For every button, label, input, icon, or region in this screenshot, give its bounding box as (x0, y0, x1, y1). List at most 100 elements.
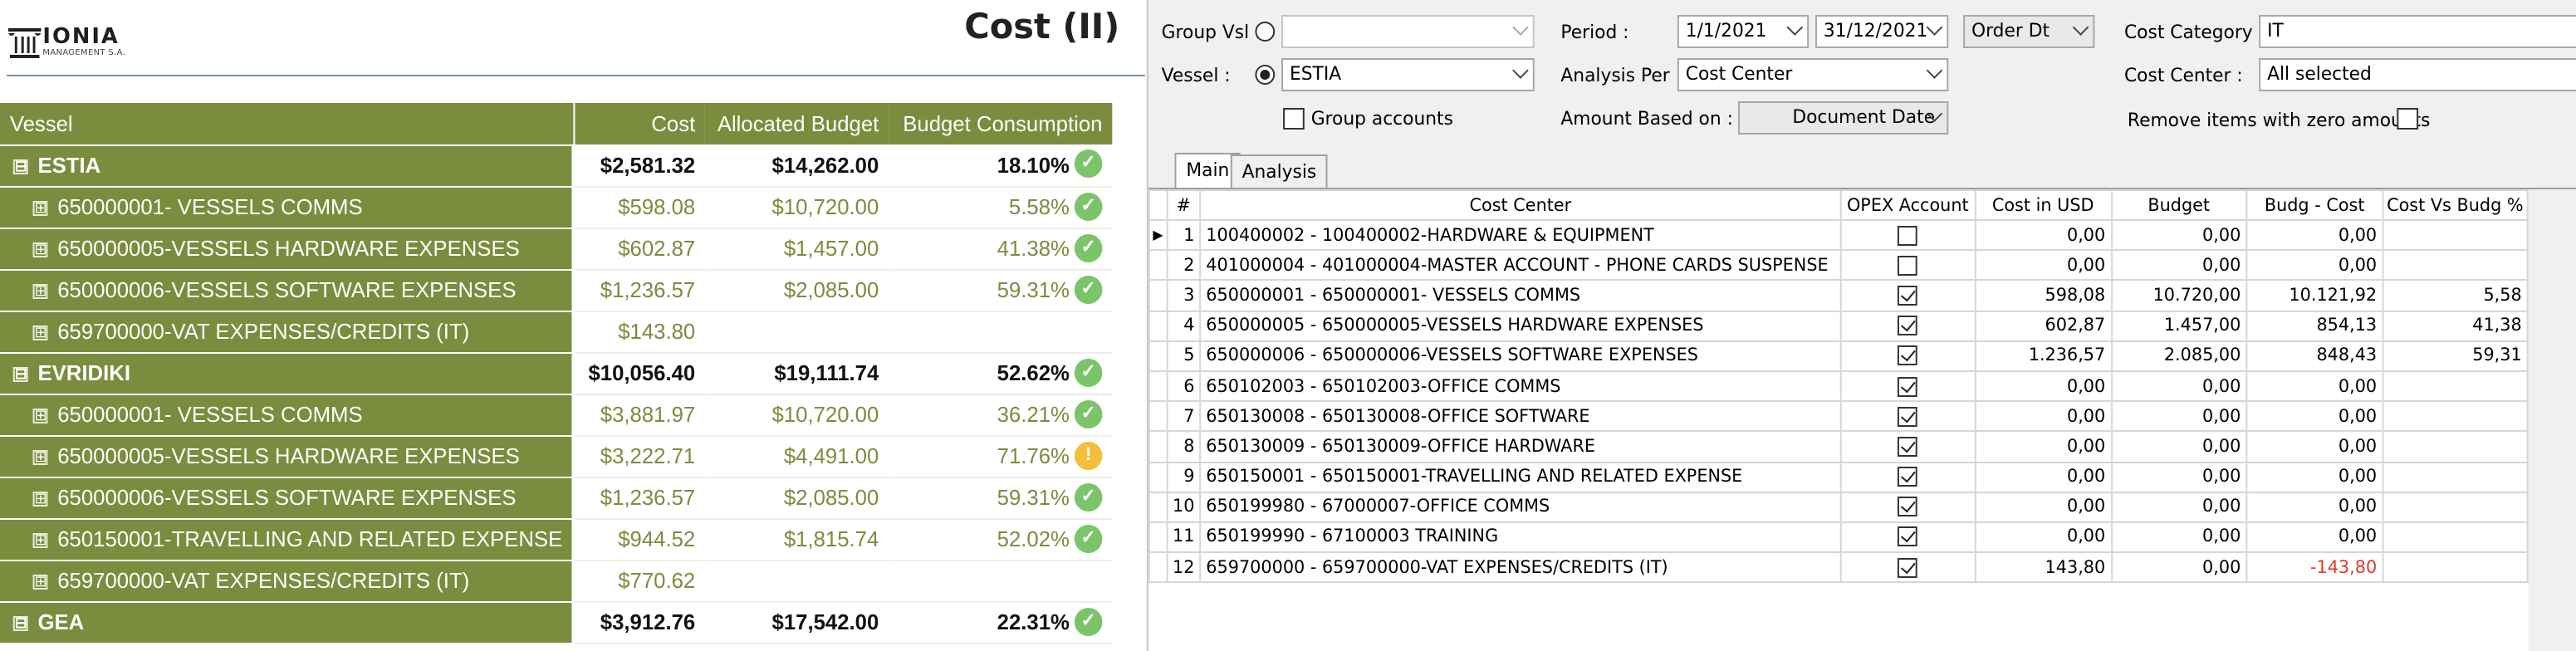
collapse-icon[interactable]: ⊟ (12, 615, 28, 632)
report-account-row[interactable]: ⊞ 650150001-TRAVELLING AND RELATED EXPENS… (0, 518, 1113, 560)
grid-cell-cost[interactable]: 598,08 (1974, 279, 2113, 312)
grid-cell-cost-vs-budg[interactable]: 59,31 (2382, 340, 2529, 372)
grid-cell-cost-center[interactable]: 650000006 - 650000006-VESSELS SOFTWARE E… (1199, 340, 1842, 372)
col-header-budget-consumption[interactable]: Budget Consumption (889, 103, 1113, 144)
expand-icon[interactable]: ⊞ (32, 491, 48, 507)
grid-cell-budg-cost[interactable]: 0,00 (2245, 249, 2384, 281)
grid-cell-budget[interactable]: 0,00 (2110, 400, 2248, 433)
opex-checkbox[interactable] (1898, 225, 1918, 246)
opex-checkbox[interactable] (1898, 557, 1918, 578)
period-from-date[interactable]: 1/1/2021 (1677, 15, 1810, 48)
grid-cell-budget[interactable]: 1.457,00 (2110, 310, 2248, 342)
row-selector[interactable]: ▶ (1148, 218, 1168, 252)
report-account-row[interactable]: ⊞ 650000001- VESSELS COMMS $3,881.97 $10,72… (0, 394, 1113, 436)
expand-icon[interactable]: ⊞ (32, 325, 48, 341)
grid-cell-cost[interactable]: 602,87 (1974, 310, 2113, 342)
opex-checkbox[interactable] (1898, 436, 1918, 457)
grid-cell-cost-vs-budg[interactable] (2382, 370, 2529, 403)
vessel-radio[interactable] (1255, 65, 1276, 85)
report-account-row[interactable]: ⊞ 650000006-VESSELS SOFTWARE EXPENSES $1,2… (0, 269, 1113, 311)
expand-icon[interactable]: ⊞ (32, 242, 48, 258)
opex-checkbox[interactable] (1898, 467, 1918, 487)
grid-cell-budg-cost[interactable]: 848,43 (2245, 340, 2384, 372)
grid-cell-cost-vs-budg[interactable] (2382, 218, 2529, 252)
group-vsl-radio[interactable] (1255, 22, 1276, 42)
grid-row[interactable]: 7 650130008 - 650130008-OFFICE SOFTWARE 0,… (1148, 400, 2529, 433)
report-account-row[interactable]: ⊞ 650000001- VESSELS COMMS $598.08 $10,720.… (0, 186, 1113, 228)
amount-based-select[interactable]: Document Date (1738, 101, 1949, 135)
grid-cell-budg-cost[interactable]: 0,00 (2245, 400, 2384, 433)
collapse-icon[interactable]: ⊟ (12, 366, 28, 383)
grid-cell-cost-vs-budg[interactable] (2382, 249, 2529, 281)
report-group-row[interactable]: ⊟ EVRIDIKI $10,056.40 $19,111.74 52.62% ✓ (0, 352, 1113, 394)
tab-analysis[interactable]: Analysis (1230, 154, 1329, 189)
collapse-icon[interactable]: ⊟ (12, 159, 28, 175)
grid-row[interactable]: 10 650199980 - 67000007-OFFICE COMMS 0,00 0… (1148, 491, 2529, 523)
grid-cell-cost[interactable]: 143,80 (1974, 551, 2113, 584)
opex-checkbox[interactable] (1898, 285, 1918, 306)
grid-cell-budget[interactable]: 0,00 (2110, 370, 2248, 403)
grid-cell-budg-cost[interactable]: 0,00 (2245, 430, 2384, 463)
opex-checkbox[interactable] (1898, 255, 1918, 276)
grid-cell-cost[interactable]: 0,00 (1974, 218, 2113, 252)
grid-cell-budg-cost[interactable]: 0,00 (2245, 521, 2384, 554)
grid-cell-budget[interactable]: 0,00 (2110, 218, 2248, 252)
grid-cell-cost-center[interactable]: 650199990 - 67100003 TRAINING (1199, 521, 1842, 554)
col-header-allocated-budget[interactable]: Allocated Budget (705, 103, 889, 144)
cost-category-field[interactable]: IT (2259, 15, 2576, 48)
grid-cell-cost-center[interactable]: 659700000 - 659700000-VAT EXPENSES/CREDI… (1199, 551, 1842, 584)
grid-cell-budget[interactable]: 0,00 (2110, 491, 2248, 523)
grid-cell-cost-vs-budg[interactable]: 5,58 (2382, 279, 2529, 312)
col-header-number[interactable]: # (1166, 189, 1202, 221)
grid-row[interactable]: 11 650199990 - 67100003 TRAINING 0,00 0,00 0… (1148, 521, 2529, 554)
grid-row[interactable]: ▶ 1 100400002 - 100400002-HARDWARE & EQUIP… (1148, 218, 2529, 252)
remove-zero-checkbox[interactable] (2397, 108, 2419, 130)
group-accounts-checkbox[interactable] (1283, 108, 1305, 130)
grid-cell-cost[interactable]: 1.236,57 (1974, 340, 2113, 372)
grid-cell-budget[interactable]: 0,00 (2110, 551, 2248, 584)
grid-cell-cost-vs-budg[interactable] (2382, 400, 2529, 433)
report-group-row[interactable]: ⊟ ESTIA $2,581.32 $14,262.00 18.10% ✓ (0, 144, 1113, 187)
col-header-budget[interactable]: Budget (2110, 189, 2248, 221)
row-selector[interactable] (1148, 460, 1168, 493)
grid-row[interactable]: 5 650000006 - 650000006-VESSELS SOFTWARE … (1148, 340, 2529, 372)
grid-cell-budget[interactable]: 0,00 (2110, 249, 2248, 281)
grid-cell-cost-vs-budg[interactable] (2382, 551, 2529, 584)
grid-cell-cost[interactable]: 0,00 (1974, 430, 2113, 463)
grid-cell-budg-cost[interactable]: 0,00 (2245, 370, 2384, 403)
grid-cell-cost-center[interactable]: 650000001 - 650000001- VESSELS COMMS (1199, 279, 1842, 312)
col-header-opex-account[interactable]: OPEX Account (1839, 189, 1976, 221)
opex-checkbox[interactable] (1898, 376, 1918, 397)
report-account-row[interactable]: ⊞ 650000006-VESSELS SOFTWARE EXPENSES $1,2… (0, 477, 1113, 519)
grid-cell-cost-center[interactable]: 650150001 - 650150001-TRAVELLING AND REL… (1199, 460, 1842, 493)
row-selector[interactable] (1148, 310, 1168, 342)
grid-row[interactable]: 12 659700000 - 659700000-VAT EXPENSES/CRE… (1148, 551, 2529, 584)
grid-cell-budg-cost[interactable]: 0,00 (2245, 460, 2384, 493)
grid-cell-budg-cost[interactable]: 0,00 (2245, 491, 2384, 523)
expand-icon[interactable]: ⊞ (32, 283, 48, 300)
grid-cell-cost-vs-budg[interactable] (2382, 460, 2529, 493)
grid-cell-budget[interactable]: 2.085,00 (2110, 340, 2248, 372)
row-selector[interactable] (1148, 430, 1168, 463)
cost-center-field[interactable]: All selected (2259, 58, 2576, 91)
expand-icon[interactable]: ⊞ (32, 200, 48, 217)
grid-row[interactable]: 2 401000004 - 401000004-MASTER ACCOUNT - … (1148, 249, 2529, 281)
grid-row[interactable]: 9 650150001 - 650150001-TRAVELLING AND RE… (1148, 460, 2529, 493)
grid-cell-cost-center[interactable]: 650130009 - 650130009-OFFICE HARDWARE (1199, 430, 1842, 463)
row-selector[interactable] (1148, 370, 1168, 403)
grid-cell-budget[interactable]: 0,00 (2110, 430, 2248, 463)
grid-row[interactable]: 4 650000005 - 650000005-VESSELS HARDWARE … (1148, 310, 2529, 342)
grid-cell-cost-center[interactable]: 100400002 - 100400002-HARDWARE & EQUIPME… (1199, 218, 1842, 252)
opex-checkbox[interactable] (1898, 406, 1918, 427)
grid-cell-cost[interactable]: 0,00 (1974, 491, 2113, 523)
grid-cell-cost-vs-budg[interactable] (2382, 491, 2529, 523)
vessel-select[interactable]: ESTIA (1281, 58, 1535, 91)
opex-checkbox[interactable] (1898, 345, 1918, 366)
col-header-budg-cost[interactable]: Budg - Cost (2245, 189, 2384, 221)
row-selector[interactable] (1148, 400, 1168, 433)
grid-cell-cost-center[interactable]: 650199980 - 67000007-OFFICE COMMS (1199, 491, 1842, 523)
col-header-cost[interactable]: Cost (574, 103, 706, 144)
grid-cell-budget[interactable]: 0,00 (2110, 460, 2248, 493)
grid-row[interactable]: 6 650102003 - 650102003-OFFICE COMMS 0,00 0… (1148, 370, 2529, 403)
opex-checkbox[interactable] (1898, 497, 1918, 517)
